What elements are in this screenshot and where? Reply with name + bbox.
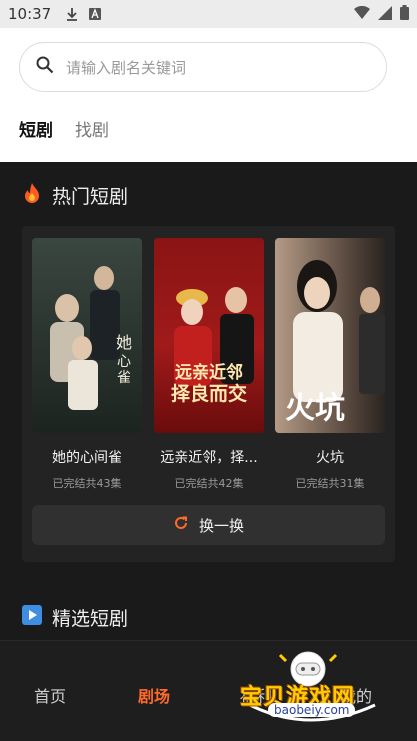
- wifi-icon: [354, 5, 370, 24]
- svg-text:火坑: 火坑: [285, 391, 345, 426]
- svg-text:她: 她: [116, 333, 132, 352]
- drama-status: 已完结共31集: [295, 477, 365, 490]
- content-area: 热门短剧 她 心 雀 她的心间雀 已完结共43集 远亲近邻 择良而交 远亲近邻，…: [0, 162, 417, 640]
- download-icon: [65, 7, 79, 21]
- nav-home[interactable]: 首页: [34, 683, 66, 707]
- drama-title: 她的心间雀: [52, 450, 122, 466]
- drama-item[interactable]: 火坑 火坑 已完结共31集: [275, 238, 385, 491]
- drama-poster[interactable]: 火坑: [275, 238, 385, 433]
- drama-status: 已完结共42集: [174, 477, 244, 490]
- signal-icon: [378, 5, 392, 24]
- drama-item[interactable]: 她 心 雀 她的心间雀 已完结共43集: [32, 238, 142, 491]
- fire-icon: [22, 182, 42, 209]
- tab-find-drama[interactable]: 找剧: [75, 116, 109, 141]
- hot-section-title: 热门短剧: [52, 186, 129, 208]
- hot-section-header: 热门短剧: [22, 182, 128, 209]
- svg-text:心: 心: [117, 354, 131, 370]
- watermark-url: baobeiy.com: [268, 703, 356, 717]
- picks-section-title: 精选短剧: [52, 608, 129, 630]
- search-icon: [36, 56, 54, 78]
- refresh-label: 换一换: [198, 516, 244, 535]
- refresh-button[interactable]: 换一换: [32, 505, 385, 545]
- watermark-logo: 宝贝游戏网 baobeiy.com: [240, 645, 390, 725]
- svg-text:远亲近邻: 远亲近邻: [175, 362, 243, 383]
- refresh-icon: [173, 515, 189, 535]
- svg-text:择良而交: 择良而交: [171, 382, 247, 405]
- search-placeholder: 请输入剧名关键词: [66, 58, 187, 77]
- drama-item[interactable]: 远亲近邻 择良而交 远亲近邻，择... 已完结共42集: [154, 238, 264, 491]
- top-tabs: 短剧 找剧: [19, 116, 109, 141]
- drama-title: 火坑: [316, 450, 344, 466]
- picks-section-header: 精选短剧: [22, 604, 128, 631]
- drama-title: 远亲近邻，择...: [160, 450, 258, 466]
- hot-drama-card: 她 心 雀 她的心间雀 已完结共43集 远亲近邻 择良而交 远亲近邻，择... …: [22, 226, 395, 562]
- drama-poster[interactable]: 她 心 雀: [32, 238, 142, 433]
- nav-theater[interactable]: 剧场: [138, 683, 170, 707]
- search-input[interactable]: 请输入剧名关键词: [19, 42, 387, 92]
- status-bar: 10:37: [0, 0, 417, 28]
- keyboard-a-icon: [89, 8, 102, 20]
- svg-text:雀: 雀: [117, 370, 131, 386]
- drama-poster[interactable]: 远亲近邻 择良而交: [154, 238, 264, 433]
- status-time: 10:37: [8, 5, 52, 23]
- battery-icon: [400, 4, 409, 24]
- play-icon: [22, 605, 42, 630]
- drama-status: 已完结共43集: [52, 477, 122, 490]
- tab-short-drama[interactable]: 短剧: [19, 116, 53, 141]
- top-header: 请输入剧名关键词 短剧 找剧: [0, 28, 417, 162]
